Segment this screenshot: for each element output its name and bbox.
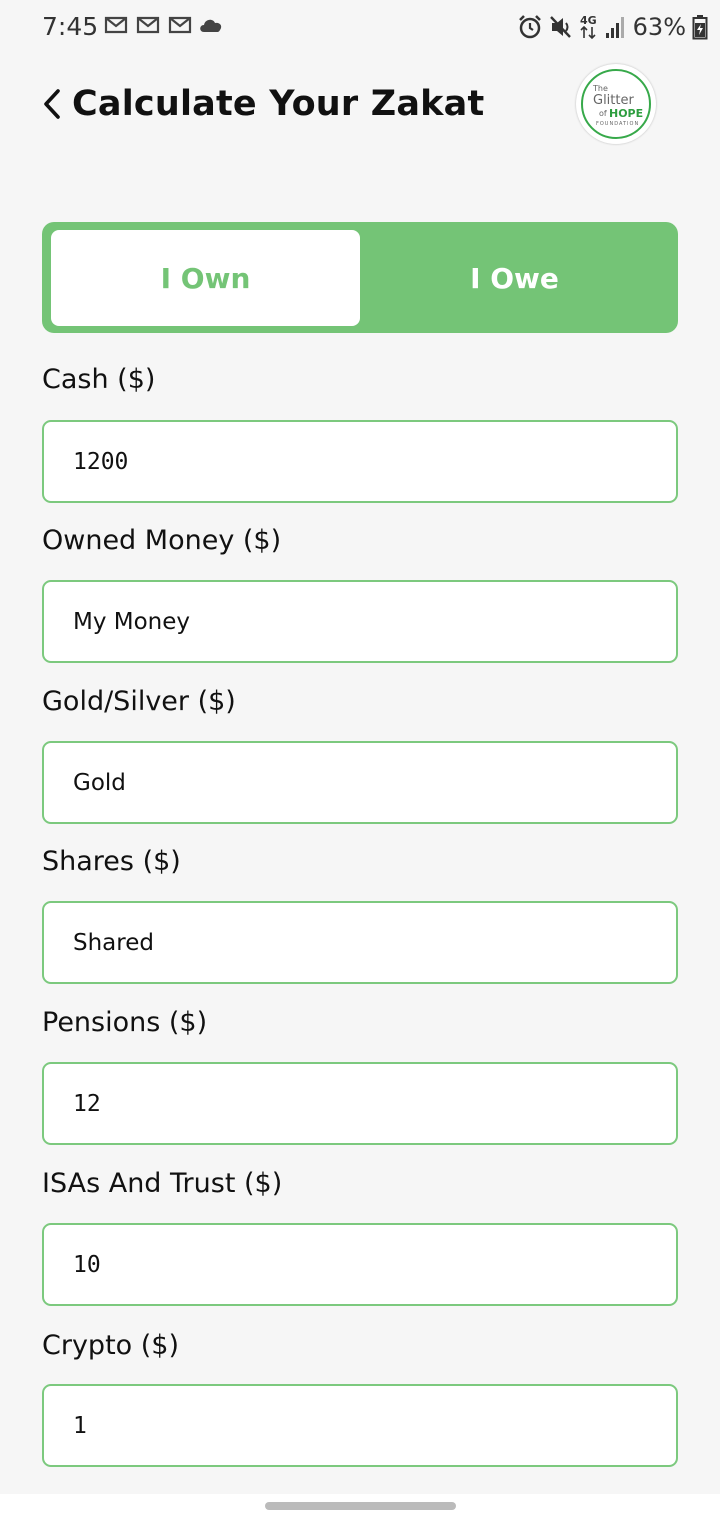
cash-field (42, 420, 678, 503)
shares-input[interactable] (44, 903, 676, 982)
gold-silver-label: Gold/Silver ($) (42, 686, 236, 717)
signal-icon (605, 17, 624, 38)
pensions-input[interactable] (44, 1064, 676, 1143)
gold-silver-field (42, 741, 678, 824)
page-title: Calculate Your Zakat (72, 84, 485, 124)
shares-field (42, 901, 678, 984)
alarm-icon (518, 15, 541, 39)
isas-trust-field (42, 1223, 678, 1306)
tab-i-owe[interactable]: I Owe (360, 230, 669, 326)
crypto-label: Crypto ($) (42, 1330, 180, 1361)
gmail-icon (136, 16, 160, 34)
status-right: 4G 63% (517, 12, 708, 42)
back-button[interactable] (36, 84, 68, 124)
crypto-field (42, 1384, 678, 1467)
battery-icon (692, 15, 708, 40)
isas-trust-label: ISAs And Trust ($) (42, 1168, 283, 1199)
logo-text-foundation: FOUNDATION (596, 121, 640, 127)
battery-percent: 63% (632, 13, 686, 41)
status-time: 7:45 (42, 12, 99, 41)
foundation-logo: The Glitter of HOPE FOUNDATION (576, 64, 656, 144)
gmail-icon (168, 16, 192, 34)
shares-label: Shares ($) (42, 846, 181, 877)
screen: 7:45 4G 63% Calculate Your Zakat The Gli… (0, 0, 720, 1520)
logo-text-glitter: Glitter (593, 93, 634, 108)
pensions-field (42, 1062, 678, 1145)
owned-money-label: Owned Money ($) (42, 525, 282, 556)
network-4g-icon: 4G (580, 14, 597, 40)
logo-text-of: of (599, 109, 607, 118)
cloud-icon (200, 19, 222, 32)
home-gesture-handle[interactable] (265, 1502, 456, 1510)
logo-ring: The Glitter of HOPE FOUNDATION (581, 69, 651, 139)
owned-money-input[interactable] (44, 582, 676, 661)
cash-input[interactable] (44, 422, 676, 501)
gmail-icon (104, 16, 128, 34)
pensions-label: Pensions ($) (42, 1007, 208, 1038)
app-header: Calculate Your Zakat The Glitter of HOPE… (0, 56, 720, 166)
logo-text-the: The (593, 84, 608, 93)
mute-icon (549, 16, 571, 38)
gold-silver-input[interactable] (44, 743, 676, 822)
own-owe-toggle: I Own I Owe (42, 222, 678, 333)
crypto-input[interactable] (44, 1386, 676, 1465)
cash-label: Cash ($) (42, 364, 156, 395)
owned-money-field (42, 580, 678, 663)
chevron-left-icon (44, 89, 60, 119)
isas-trust-input[interactable] (44, 1225, 676, 1304)
tab-i-own[interactable]: I Own (51, 230, 360, 326)
logo-text-hope: HOPE (609, 107, 644, 120)
status-bar: 7:45 4G 63% (0, 0, 720, 56)
svg-text:4G: 4G (580, 14, 597, 27)
